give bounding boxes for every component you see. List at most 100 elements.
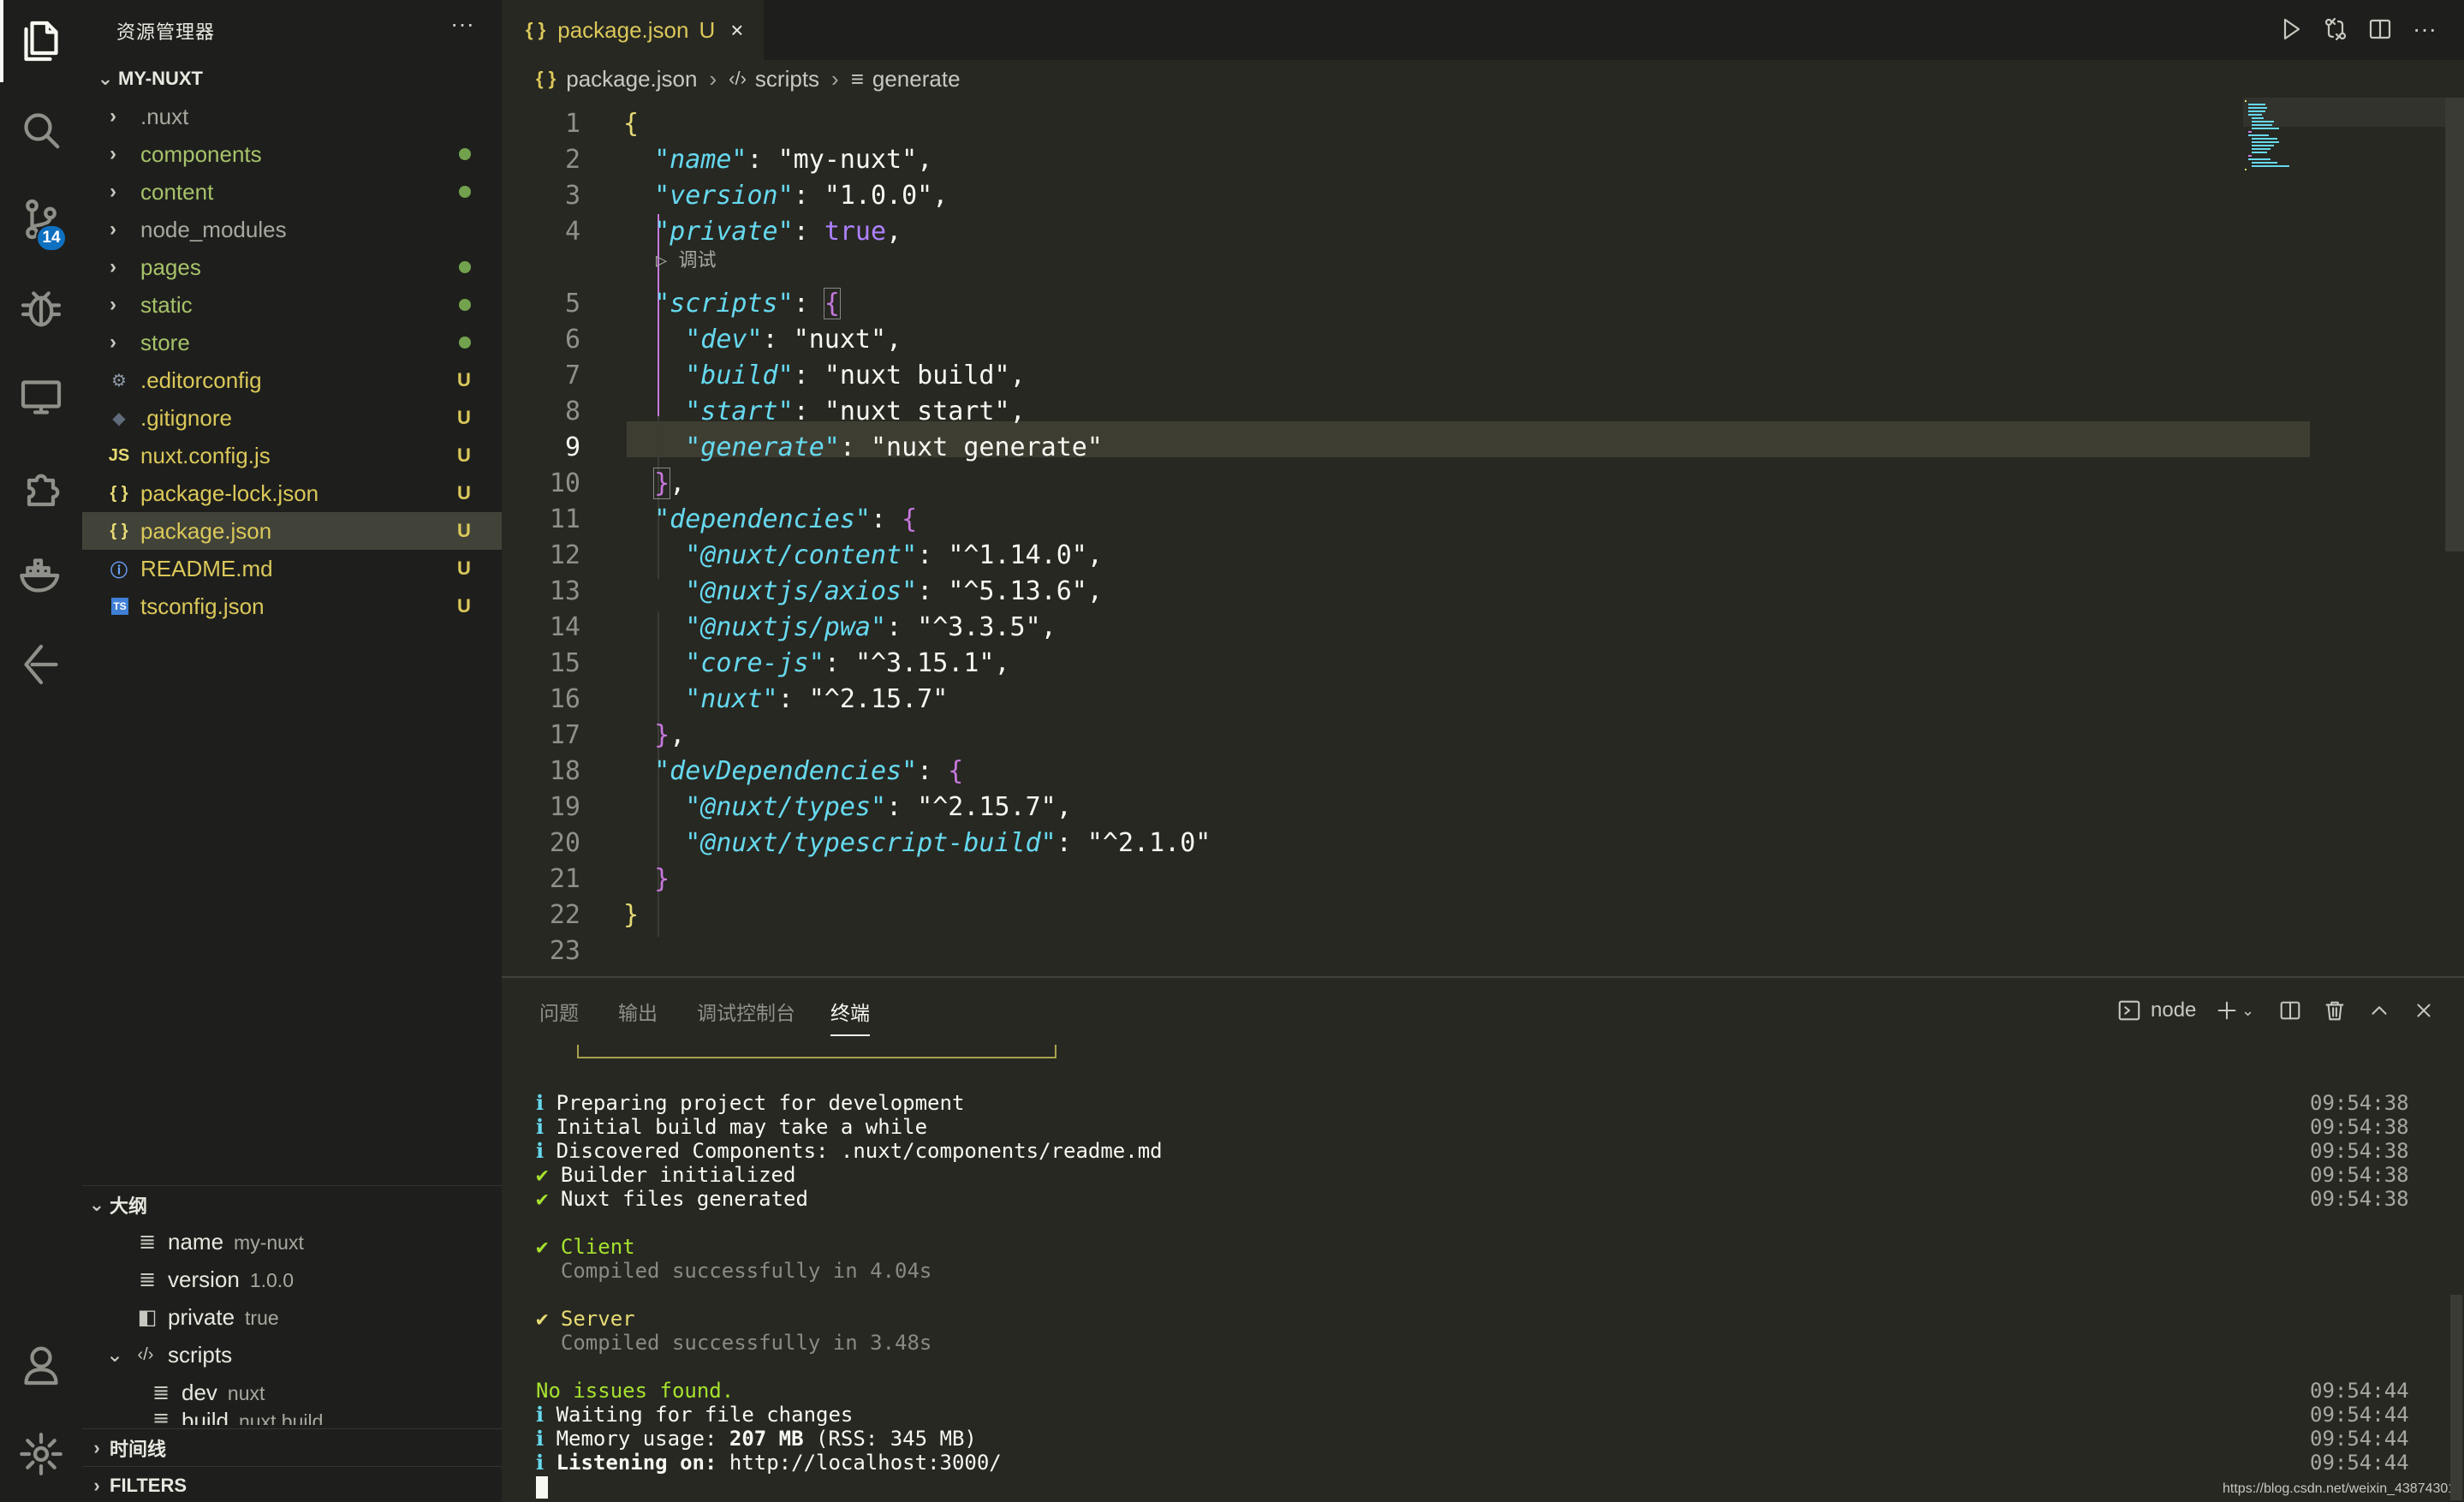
tab-output[interactable]: 输出: [618, 997, 658, 1026]
run-icon[interactable]: [2274, 12, 2308, 46]
debug-icon[interactable]: [0, 267, 82, 349]
terminal-line: ℹ Memory usage: 207 MB (RSS: 345 MB): [536, 1427, 977, 1451]
breadcrumb-generate[interactable]: generate: [872, 66, 961, 92]
source-control-icon[interactable]: 14: [0, 178, 82, 260]
tree-item-pages[interactable]: › pages: [82, 248, 502, 286]
outline-item-name[interactable]: ≣ name my-nuxt: [82, 1223, 502, 1261]
tree-item-content[interactable]: › content: [82, 173, 502, 211]
editor-scrollbar[interactable]: [2445, 98, 2464, 976]
timeline-title: 时间线: [110, 1438, 167, 1460]
code-line: 8 "start": "nuxt start",: [564, 396, 1026, 426]
tree-item-readme-md[interactable]: ⓘ README.md U: [82, 550, 502, 587]
outline-item-build[interactable]: ≣ build nuxt build: [82, 1408, 502, 1425]
code-line: 14 "@nuxtjs/pwa": "^3.3.5",: [549, 612, 1056, 642]
extensions-icon[interactable]: [0, 445, 82, 527]
outline-item-scripts[interactable]: ⌄ ‹/› scripts: [82, 1336, 502, 1374]
tree-item-package-lock-json[interactable]: { } package-lock.json U: [82, 474, 502, 512]
outline-item-private[interactable]: ◧ private true: [82, 1298, 502, 1336]
modified-dot-icon: [459, 299, 471, 311]
activity-bar: 14: [0, 0, 82, 1502]
tab-debug-console[interactable]: 调试控制台: [697, 997, 795, 1026]
property-icon: ≣: [138, 1230, 157, 1254]
code-line: 15 "core-js": "^3.15.1",: [549, 648, 1010, 678]
terminal-shell-selector[interactable]: node: [2116, 995, 2196, 1026]
git-status-badge: U: [457, 444, 471, 466]
tree-item-components[interactable]: › components: [82, 135, 502, 173]
tab-package-json[interactable]: { } package.json U ×: [502, 0, 764, 60]
close-panel-icon[interactable]: [2411, 995, 2437, 1026]
tree-item-editorconfig[interactable]: ⚙ .editorconfig U: [82, 361, 502, 399]
debug-codelens[interactable]: ▷ 调试: [656, 245, 717, 272]
json-file-icon: { }: [526, 19, 546, 40]
chevron-right-icon: ›: [709, 65, 717, 92]
tree-item-store[interactable]: › store: [82, 324, 502, 361]
terminal-line: ℹ Discovered Components: .nuxt/component…: [536, 1139, 1163, 1163]
code-line: 17 },: [549, 720, 686, 750]
remote-explorer-icon[interactable]: [0, 356, 82, 438]
chevron-right-icon: ›: [110, 331, 116, 354]
terminal-line: ✔ Nuxt files generated: [536, 1187, 808, 1211]
code-line: 23: [549, 936, 580, 966]
tree-item-label: components: [140, 140, 262, 167]
outline-item-dev[interactable]: ≣ dev nuxt: [82, 1374, 502, 1411]
tree-item-tsconfig-json[interactable]: TS tsconfig.json U: [82, 587, 502, 625]
split-terminal-icon[interactable]: [2277, 995, 2303, 1026]
explorer-icon[interactable]: [0, 0, 82, 82]
open-changes-icon[interactable]: [2318, 12, 2353, 46]
breadcrumb-scripts[interactable]: scripts: [755, 66, 819, 92]
tree-item-package-json[interactable]: { } package.json U: [82, 512, 502, 550]
code-line: 10 },: [549, 468, 686, 499]
docker-icon[interactable]: [0, 534, 82, 617]
tab-problems[interactable]: 问题: [539, 997, 579, 1026]
filters-section-header[interactable]: › FILTERS: [82, 1466, 502, 1502]
scrollbar-thumb[interactable]: [2445, 98, 2464, 551]
chevron-right-icon: ›: [831, 65, 839, 92]
tree-item-node-modules[interactable]: › node_modules: [82, 211, 502, 248]
timestamp: 09:54:38: [2310, 1115, 2409, 1139]
tree-item-gitignore[interactable]: ◆ .gitignore U: [82, 399, 502, 437]
timestamp: 09:54:44: [2310, 1379, 2409, 1403]
tree-item-static[interactable]: › static: [82, 286, 502, 324]
close-icon[interactable]: ×: [730, 17, 743, 44]
bottom-panel: 问题 输出 调试控制台 终端 node ⌄ ℹ Preparing projec…: [502, 976, 2464, 1502]
code-line: 20 "@nuxt/typescript-build": "^2.1.0": [549, 828, 1211, 858]
split-editor-icon[interactable]: [2363, 12, 2397, 46]
code-line: 2 "name": "my-nuxt",: [564, 145, 933, 175]
code-line: 6 "dev": "nuxt",: [564, 325, 902, 355]
more-actions-icon[interactable]: ···: [2407, 12, 2442, 46]
code-line: 18 "devDependencies": {: [549, 756, 964, 786]
chevron-right-icon: ›: [110, 180, 116, 203]
outline-section-header[interactable]: ⌄ 大纲: [82, 1185, 502, 1223]
git-status-badge: U: [457, 369, 471, 390]
account-icon[interactable]: [0, 1324, 82, 1406]
tree-item-label: store: [140, 329, 190, 355]
terminal-line: ℹ Waiting for file changes: [536, 1403, 854, 1427]
timestamp: 09:54:38: [2310, 1187, 2409, 1211]
project-section-header[interactable]: ⌄ MY-NUXT: [82, 60, 502, 98]
outline-title: 大纲: [110, 1195, 148, 1217]
minimap[interactable]: [2243, 98, 2445, 269]
shell-name: node: [2151, 998, 2197, 1022]
timeline-section-header[interactable]: › 时间线: [82, 1428, 502, 1466]
more-actions-icon[interactable]: ···: [450, 10, 474, 38]
outline-item-version[interactable]: ≣ version 1.0.0: [82, 1261, 502, 1298]
search-icon[interactable]: [0, 89, 82, 171]
trash-icon[interactable]: [2322, 995, 2348, 1026]
gitlens-icon[interactable]: [0, 623, 82, 706]
git-file-icon: ◆: [112, 408, 126, 428]
tree-item-nuxt-config-js[interactable]: JS nuxt.config.js U: [82, 437, 502, 474]
chevron-right-icon: ›: [110, 218, 116, 241]
terminal-line: ℹ Initial build may take a while: [536, 1115, 928, 1139]
terminal-scrollbar[interactable]: [2450, 1295, 2462, 1500]
terminal-line: No issues found.: [536, 1379, 735, 1403]
watermark: https://blog.csdn.net/weixin_43874301: [2223, 1481, 2456, 1496]
code-editor[interactable]: 1{ 2 "name": "my-nuxt", 3 "version": "1.…: [502, 98, 2445, 976]
new-terminal-icon[interactable]: ⌄: [2214, 995, 2254, 1026]
tab-terminal[interactable]: 终端: [830, 997, 870, 1036]
maximize-panel-icon[interactable]: [2366, 995, 2392, 1026]
breadcrumb-file[interactable]: package.json: [566, 66, 697, 92]
tree-item-nuxt[interactable]: › .nuxt: [82, 98, 502, 135]
git-status-badge: U: [457, 557, 471, 579]
timestamp: 09:54:38: [2310, 1163, 2409, 1187]
settings-gear-icon[interactable]: [0, 1413, 82, 1495]
